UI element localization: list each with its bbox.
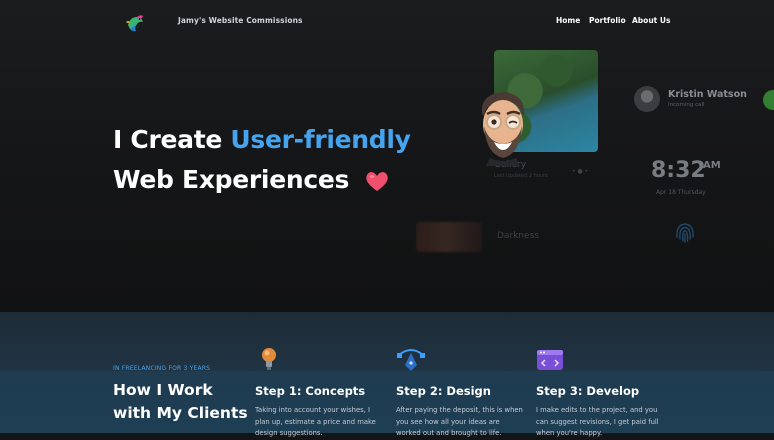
code-window-icon xyxy=(537,350,563,370)
darkness-thumbnail xyxy=(416,222,482,252)
pen-tool-icon xyxy=(397,349,425,371)
fingerprint-icon xyxy=(676,223,694,243)
memoji-avatar-icon xyxy=(481,92,525,166)
how-title-line1: How I Work xyxy=(113,381,213,399)
how-i-work-title: How I Work with My Clients xyxy=(113,379,248,425)
dots-indicator: • ● • xyxy=(572,168,589,175)
headline-line2: Web Experiences xyxy=(113,165,350,194)
avatar xyxy=(634,86,660,112)
contact-status: Incoming call xyxy=(668,102,705,108)
step-3-title: Step 3: Develop xyxy=(536,384,640,398)
hero-section: Jamy's Website Commissions Home Portfoli… xyxy=(0,0,774,312)
hero-headline: I Create User-friendly Web Experiences xyxy=(113,120,433,200)
step-1-title: Step 1: Concepts xyxy=(255,384,366,398)
clock-ampm: AM xyxy=(703,160,721,171)
headline-part1: I Create xyxy=(113,125,231,154)
site-title[interactable]: Jamy's Website Commissions xyxy=(178,16,303,25)
parrot-logo-icon[interactable] xyxy=(124,11,146,33)
step-1-text: Taking into account your wishes, I plan … xyxy=(255,406,376,437)
how-title-line2: with My Clients xyxy=(113,404,248,422)
gallery-subtitle: Last Updated 2 hours xyxy=(494,173,548,179)
heart-icon xyxy=(365,172,388,191)
clock-date: Apr 18 Thursday xyxy=(656,189,706,196)
lightbulb-icon xyxy=(262,348,276,370)
nav-home[interactable]: Home xyxy=(556,16,580,25)
step-3-text: I make edits to the project, and you can… xyxy=(536,406,659,437)
step-2-title: Step 2: Design xyxy=(396,384,491,398)
nav-about-us[interactable]: About Us xyxy=(632,16,670,25)
headline-accent: User-friendly xyxy=(230,125,411,154)
darkness-label: Darkness xyxy=(497,231,539,241)
contact-name: Kristin Watson xyxy=(668,89,747,100)
clock-time: 8:32 xyxy=(651,158,706,183)
call-button xyxy=(763,90,774,110)
experience-eyebrow: IN FREELANCING FOR 3 YEARS xyxy=(113,365,211,372)
nav-portfolio[interactable]: Portfolio xyxy=(589,16,626,25)
step-2-text: After paying the deposit, this is when y… xyxy=(396,406,523,437)
